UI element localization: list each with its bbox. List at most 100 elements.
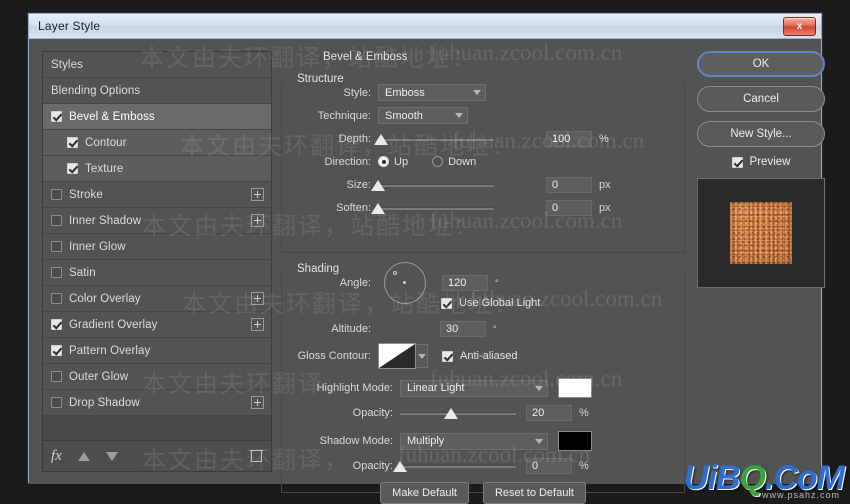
sidebar-item-bevel-and-emboss[interactable]: Bevel & Emboss — [43, 104, 271, 130]
checkbox-icon[interactable] — [51, 371, 62, 382]
highlight-opacity-input[interactable]: 20 — [526, 404, 572, 421]
close-icon[interactable]: x — [783, 17, 816, 36]
screen: 本文由夫环翻译，站酷地址： fuhuan.zcool.com.cn 本文由夫环翻… — [0, 0, 850, 504]
trash-icon[interactable] — [250, 448, 263, 462]
checkbox-icon[interactable] — [67, 163, 78, 174]
chevron-down-icon — [455, 113, 463, 118]
chevron-down-icon — [535, 385, 543, 391]
dialog-title: Layer Style — [38, 19, 101, 33]
dial-handle[interactable] — [393, 270, 397, 275]
shadow-color-swatch[interactable] — [558, 431, 592, 451]
gloss-contour-dropdown-icon[interactable] — [416, 344, 428, 368]
size-slider[interactable] — [371, 179, 494, 191]
angle-input[interactable]: 120 — [442, 274, 488, 291]
shadow-opacity-unit: % — [579, 459, 589, 472]
sidebar-item-texture[interactable]: Texture — [43, 156, 271, 182]
preview-swatch-image — [730, 202, 792, 264]
checkbox-icon[interactable] — [441, 297, 452, 309]
angle-dial[interactable] — [384, 261, 426, 304]
altitude-input[interactable]: 30 — [440, 320, 486, 337]
checkbox-icon[interactable] — [51, 293, 62, 304]
sidebar-item-satin[interactable]: Satin — [43, 260, 271, 286]
sidebar-item-label: Texture — [85, 162, 124, 175]
style-select[interactable]: Emboss — [378, 84, 486, 101]
slider-thumb[interactable] — [393, 460, 407, 472]
slider-thumb[interactable] — [374, 133, 388, 145]
slider-thumb[interactable] — [371, 179, 385, 191]
dialog-actions: OK Cancel New Style... Preview — [697, 51, 825, 288]
direction-up-label: Up — [394, 155, 409, 168]
style-label: Style: — [343, 86, 371, 99]
default-actions: Make Default Reset to Default — [281, 482, 685, 504]
direction-up-radio[interactable] — [378, 156, 389, 167]
technique-select-value: Smooth — [385, 109, 423, 122]
preview-checkbox[interactable]: Preview — [697, 156, 825, 168]
slider-thumb[interactable] — [444, 407, 458, 419]
sidebar-item-outer-glow[interactable]: Outer Glow — [43, 364, 271, 390]
sidebar-item-label: Stroke — [69, 188, 103, 201]
reset-to-default-button[interactable]: Reset to Default — [482, 482, 586, 504]
layer-style-dialog: Layer Style x Styles Blending Options Be… — [28, 13, 825, 504]
arrow-up-icon[interactable] — [77, 451, 90, 461]
depth-slider[interactable] — [374, 133, 494, 145]
anti-aliased-label: Anti-aliased — [460, 350, 518, 362]
checkbox-icon[interactable] — [442, 350, 453, 362]
add-effect-icon[interactable] — [251, 188, 264, 201]
shadow-opacity-slider[interactable] — [393, 460, 516, 472]
sidebar-item-drop-shadow[interactable]: Drop Shadow — [43, 390, 271, 416]
size-input[interactable]: 0 — [546, 176, 592, 193]
checkbox-icon[interactable] — [731, 156, 743, 168]
technique-select[interactable]: Smooth — [378, 107, 468, 124]
make-default-button[interactable]: Make Default — [380, 482, 469, 504]
sidebar-item-contour[interactable]: Contour — [43, 130, 271, 156]
sidebar-item-inner-shadow[interactable]: Inner Shadow — [43, 208, 271, 234]
shadow-opacity-input[interactable]: 0 — [526, 457, 572, 474]
soften-row: Soften: 0 px — [282, 196, 684, 219]
sidebar-item-stroke[interactable]: Stroke — [43, 182, 271, 208]
depth-input[interactable]: 100 — [546, 130, 592, 147]
checkbox-icon[interactable] — [51, 111, 62, 122]
shadow-opacity-label: Opacity: — [352, 459, 393, 472]
sidebar-item-pattern-overlay[interactable]: Pattern Overlay — [43, 338, 271, 364]
shadow-mode-select[interactable]: Multiply — [400, 432, 548, 450]
dialog-titlebar: Layer Style x — [29, 14, 821, 39]
anti-aliased-checkbox[interactable]: Anti-aliased — [442, 350, 517, 362]
cancel-button[interactable]: Cancel — [697, 86, 825, 112]
new-style-button[interactable]: New Style... — [697, 121, 825, 147]
highlight-mode-select[interactable]: Linear Light — [400, 379, 548, 397]
sidebar-item-inner-glow[interactable]: Inner Glow — [43, 234, 271, 260]
add-effect-icon[interactable] — [251, 318, 264, 331]
ok-button[interactable]: OK — [697, 51, 825, 77]
fx-icon[interactable]: fx — [51, 448, 62, 465]
highlight-color-swatch[interactable] — [558, 378, 592, 398]
add-effect-icon[interactable] — [251, 292, 264, 305]
direction-down-radio[interactable] — [432, 156, 444, 167]
add-effect-icon[interactable] — [251, 396, 264, 409]
checkbox-icon[interactable] — [51, 215, 62, 226]
checkbox-icon[interactable] — [51, 189, 62, 200]
soften-input[interactable]: 0 — [546, 199, 592, 216]
add-effect-icon[interactable] — [251, 214, 264, 227]
highlight-opacity-slider[interactable] — [400, 407, 516, 419]
sidebar-item-styles[interactable]: Styles — [43, 52, 271, 78]
checkbox-icon[interactable] — [51, 345, 62, 356]
sidebar-item-color-overlay[interactable]: Color Overlay — [43, 286, 271, 312]
checkbox-icon[interactable] — [51, 397, 62, 408]
sidebar-item-label: Pattern Overlay — [69, 344, 151, 357]
checkbox-icon[interactable] — [51, 319, 62, 330]
panel-title: Bevel & Emboss — [323, 51, 408, 63]
sidebar-item-gradient-overlay[interactable]: Gradient Overlay — [43, 312, 271, 338]
gloss-contour-preview[interactable] — [378, 343, 416, 369]
direction-down-label: Down — [448, 155, 477, 168]
checkbox-icon[interactable] — [51, 267, 62, 278]
style-select-value: Emboss — [385, 86, 425, 99]
shadow-opacity-row: Opacity: 0 % — [282, 454, 684, 477]
sidebar-item-blending-options[interactable]: Blending Options — [43, 78, 271, 104]
soften-slider[interactable] — [371, 202, 494, 214]
highlight-opacity-label: Opacity: — [352, 406, 393, 419]
arrow-down-icon[interactable] — [105, 451, 118, 461]
use-global-light-checkbox[interactable]: Use Global Light — [441, 297, 540, 309]
checkbox-icon[interactable] — [51, 241, 62, 252]
slider-thumb[interactable] — [371, 202, 385, 214]
checkbox-icon[interactable] — [67, 137, 78, 148]
